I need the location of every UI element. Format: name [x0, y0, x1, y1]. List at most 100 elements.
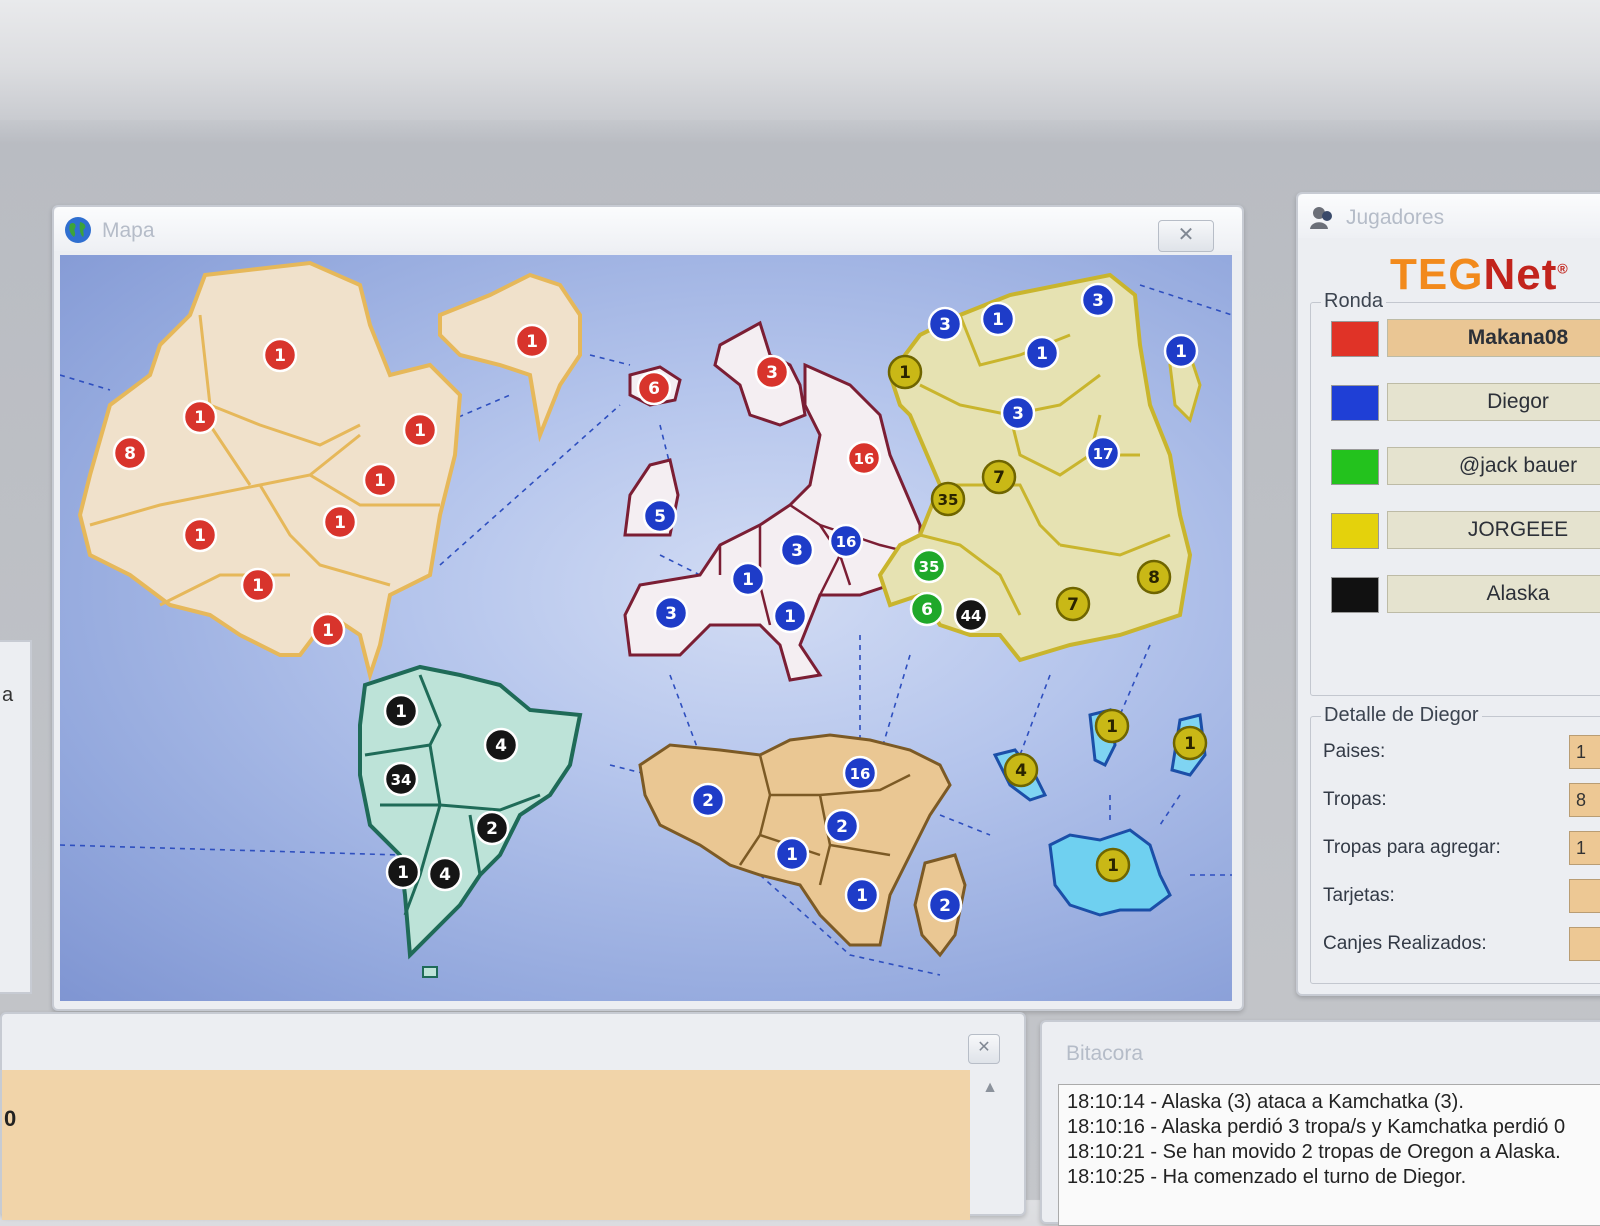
army-marker[interactable]: 3: [1080, 282, 1116, 318]
map-close-button[interactable]: ✕: [1158, 220, 1214, 252]
army-count: 1: [992, 310, 1004, 330]
army-marker[interactable]: 3: [779, 532, 815, 568]
army-marker[interactable]: 6: [909, 591, 945, 627]
globe-icon: [65, 217, 91, 243]
army-marker[interactable]: 4: [483, 727, 519, 763]
army-marker[interactable]: 1: [774, 836, 810, 872]
player-row[interactable]: @jack bauer: [1331, 447, 1600, 485]
army-marker[interactable]: 17: [1085, 435, 1121, 471]
army-count: 34: [391, 771, 412, 789]
army-count: 3: [1012, 404, 1024, 424]
army-count: 1: [1184, 734, 1196, 754]
army-marker[interactable]: 2: [927, 887, 963, 923]
army-count: 3: [665, 604, 677, 624]
army-count: 1: [1175, 342, 1187, 362]
army-marker[interactable]: 4: [1003, 752, 1039, 788]
world-map-svg[interactable]: 1118111111631653161313 11313171735356 4478…: [60, 255, 1232, 1001]
army-marker[interactable]: 44: [953, 597, 989, 633]
army-marker[interactable]: 3: [1000, 395, 1036, 431]
map-titlebar: Mapa ✕: [54, 207, 1242, 252]
army-marker[interactable]: 16: [846, 440, 882, 476]
player-row[interactable]: JORGEEE: [1331, 511, 1600, 549]
chat-text-area[interactable]: 0: [2, 1070, 970, 1220]
army-marker[interactable]: 1: [980, 301, 1016, 337]
army-count: 35: [919, 558, 940, 576]
army-marker[interactable]: 8: [1136, 559, 1172, 595]
army-marker[interactable]: 8: [112, 435, 148, 471]
army-marker[interactable]: 1: [362, 462, 398, 498]
army-marker[interactable]: 2: [474, 810, 510, 846]
army-count: 7: [993, 468, 1005, 488]
bitacora-window: Bitacora 18:10:14 - Alaska (3) ataca a K…: [1040, 1020, 1600, 1226]
army-marker[interactable]: 34: [383, 761, 419, 797]
army-marker[interactable]: 7: [1055, 586, 1091, 622]
scroll-up-arrow-icon[interactable]: ▲: [972, 1070, 1008, 1106]
army-marker[interactable]: 1: [383, 693, 419, 729]
logo-registered: ®: [1557, 260, 1569, 277]
chat-close-button[interactable]: ✕: [968, 1034, 1000, 1064]
army-count: 1: [374, 471, 386, 491]
army-count: 1: [194, 408, 206, 428]
army-marker[interactable]: 1: [1095, 847, 1131, 883]
army-marker[interactable]: 1: [844, 877, 880, 913]
army-marker[interactable]: 35: [930, 481, 966, 517]
army-count: 1: [899, 363, 911, 383]
map-title: Mapa: [102, 219, 155, 242]
army-marker[interactable]: 5: [642, 498, 678, 534]
army-count: 8: [1148, 568, 1160, 588]
detail-field-label: Paises:: [1323, 741, 1386, 762]
army-count: 1: [194, 526, 206, 546]
army-marker[interactable]: 1: [322, 504, 358, 540]
army-count: 16: [850, 765, 871, 783]
army-marker[interactable]: 1: [1163, 333, 1199, 369]
army-marker[interactable]: 2: [824, 808, 860, 844]
army-marker[interactable]: 2: [690, 782, 726, 818]
player-row[interactable]: Makana08: [1331, 319, 1600, 357]
army-marker[interactable]: 4: [427, 856, 463, 892]
army-marker[interactable]: 1: [1172, 725, 1208, 761]
army-marker[interactable]: 3: [653, 595, 689, 631]
army-marker[interactable]: 1: [385, 854, 421, 890]
army-marker[interactable]: 1: [240, 567, 276, 603]
army-marker[interactable]: 1: [514, 323, 550, 359]
map-window: Mapa ✕ 1 1 1 8 1 1 1 1 1 1 6 3 16 5 3 16…: [52, 205, 1244, 1011]
army-marker[interactable]: 3: [927, 306, 963, 342]
army-marker[interactable]: 1: [262, 337, 298, 373]
army-marker[interactable]: 1: [182, 399, 218, 435]
army-marker[interactable]: 1: [1094, 708, 1130, 744]
army-marker[interactable]: 1: [402, 412, 438, 448]
player-name: Alaska: [1387, 575, 1600, 613]
log-line: 18:10:25 - Ha comenzado el turno de Dieg…: [1067, 1166, 1467, 1188]
player-color-swatch: [1331, 321, 1379, 357]
army-marker[interactable]: 7: [981, 459, 1017, 495]
players-title: Jugadores: [1346, 206, 1445, 229]
world-map[interactable]: 1 1 1 8 1 1 1 1 1 1 6 3 16 5 3 16 1 3 1 3 1 1 3 1 3 17 1 7 35 35 6 44 7 8…: [60, 255, 1232, 1001]
army-count: 16: [854, 450, 875, 468]
army-count: 2: [836, 817, 848, 837]
army-marker[interactable]: 3: [754, 354, 790, 390]
player-row[interactable]: Diegor: [1331, 383, 1600, 421]
player-name: Diegor: [1387, 383, 1600, 421]
army-marker[interactable]: 16: [828, 523, 864, 559]
army-marker[interactable]: 6: [636, 370, 672, 406]
round-label: Ronda: [1321, 290, 1386, 313]
army-marker[interactable]: 35: [911, 548, 947, 584]
player-detail-label: Detalle de Diegor: [1321, 704, 1482, 727]
army-count: 4: [439, 865, 451, 885]
army-marker[interactable]: 1: [887, 354, 923, 390]
army-count: 1: [274, 346, 286, 366]
army-marker[interactable]: 1: [1024, 335, 1060, 371]
player-row[interactable]: Alaska: [1331, 575, 1600, 613]
army-marker[interactable]: 16: [842, 755, 878, 791]
army-count: 1: [1036, 344, 1048, 364]
army-marker[interactable]: 1: [772, 598, 808, 634]
bitacora-log[interactable]: 18:10:14 - Alaska (3) ataca a Kamchatka …: [1058, 1084, 1600, 1226]
army-count: 3: [791, 541, 803, 561]
log-line: 18:10:21 - Se han movido 2 tropas de Ore…: [1067, 1141, 1561, 1163]
army-count: 3: [939, 315, 951, 335]
army-marker[interactable]: 1: [310, 612, 346, 648]
army-marker[interactable]: 1: [182, 517, 218, 553]
army-marker[interactable]: 1: [730, 561, 766, 597]
army-count: 1: [322, 621, 334, 641]
army-count: 1: [742, 570, 754, 590]
